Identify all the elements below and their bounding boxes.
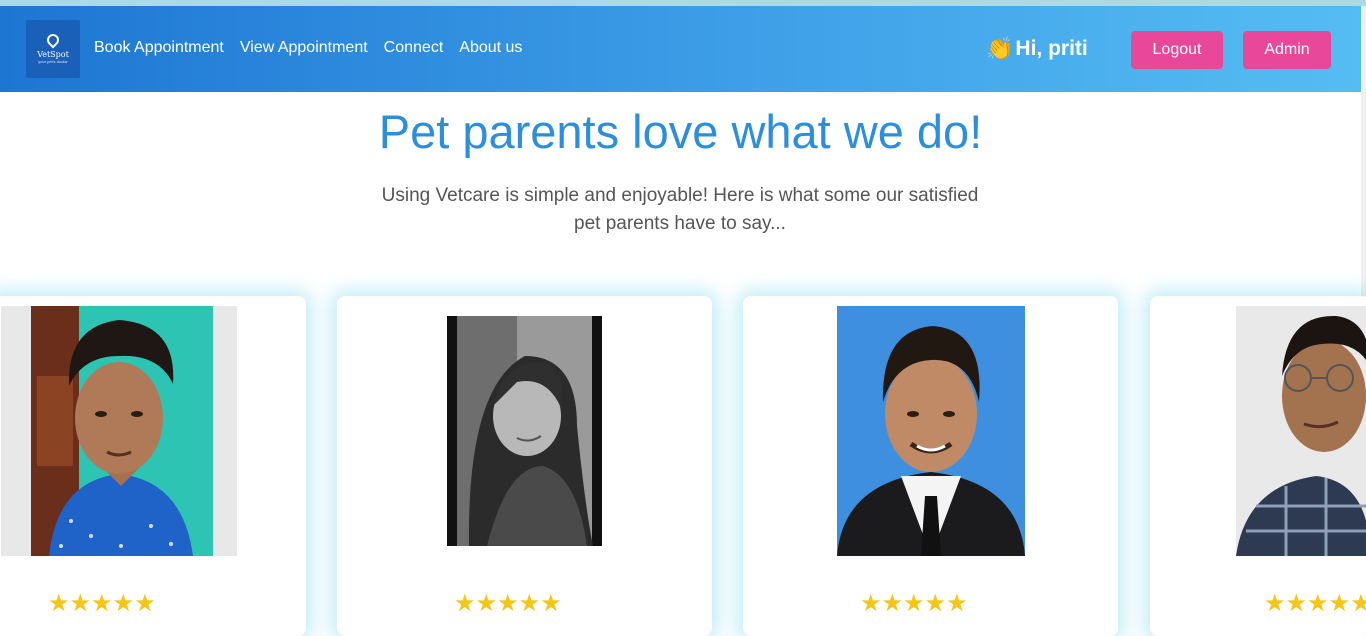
- location-pin-icon: [44, 31, 62, 48]
- nav-link-view-appointment[interactable]: View Appointment: [240, 39, 368, 57]
- page-title: Pet parents love what we do!: [378, 105, 983, 158]
- greeting-text: Hi, priti: [1015, 37, 1088, 60]
- star-rating: ★★★★★: [48, 590, 156, 617]
- nav-links: Book Appointment View Appointment Connec…: [94, 39, 522, 57]
- testimonial-card: ★★★★★: [337, 296, 712, 636]
- star-rating: ★★★★★: [454, 590, 562, 617]
- logo[interactable]: VetSpot your pet's doctor: [26, 20, 80, 78]
- logout-button[interactable]: Logout: [1131, 31, 1223, 69]
- customer-photo: [837, 306, 1025, 556]
- navbar: VetSpot your pet's doctor Book Appointme…: [0, 6, 1361, 92]
- testimonial-card: ★★★★★: [0, 296, 306, 636]
- testimonial-card: ★★★★★: [1150, 296, 1366, 636]
- logo-tagline: your pet's doctor: [38, 58, 68, 64]
- star-rating: ★★★★★: [860, 590, 968, 617]
- customer-photo: [1236, 306, 1366, 556]
- nav-link-connect[interactable]: Connect: [384, 39, 444, 57]
- clapping-hands-icon: 👏: [986, 36, 1014, 61]
- subtitle-line-1: Using Vetcare is simple and enjoyable! H…: [381, 185, 979, 206]
- admin-button[interactable]: Admin: [1243, 31, 1331, 69]
- customer-photo: [1, 306, 237, 556]
- user-greeting: 👏 Hi, priti: [986, 36, 1088, 62]
- nav-link-book-appointment[interactable]: Book Appointment: [94, 39, 224, 57]
- nav-link-about-us[interactable]: About us: [459, 39, 522, 57]
- testimonial-card: ★★★★★: [743, 296, 1118, 636]
- logo-name: VetSpot: [37, 49, 69, 59]
- star-rating: ★★★★★: [1264, 590, 1366, 617]
- customer-photo: [447, 316, 602, 546]
- page-subtitle: Using Vetcare is simple and enjoyable! H…: [360, 182, 1000, 238]
- subtitle-line-2: pet parents have to say...: [574, 213, 786, 234]
